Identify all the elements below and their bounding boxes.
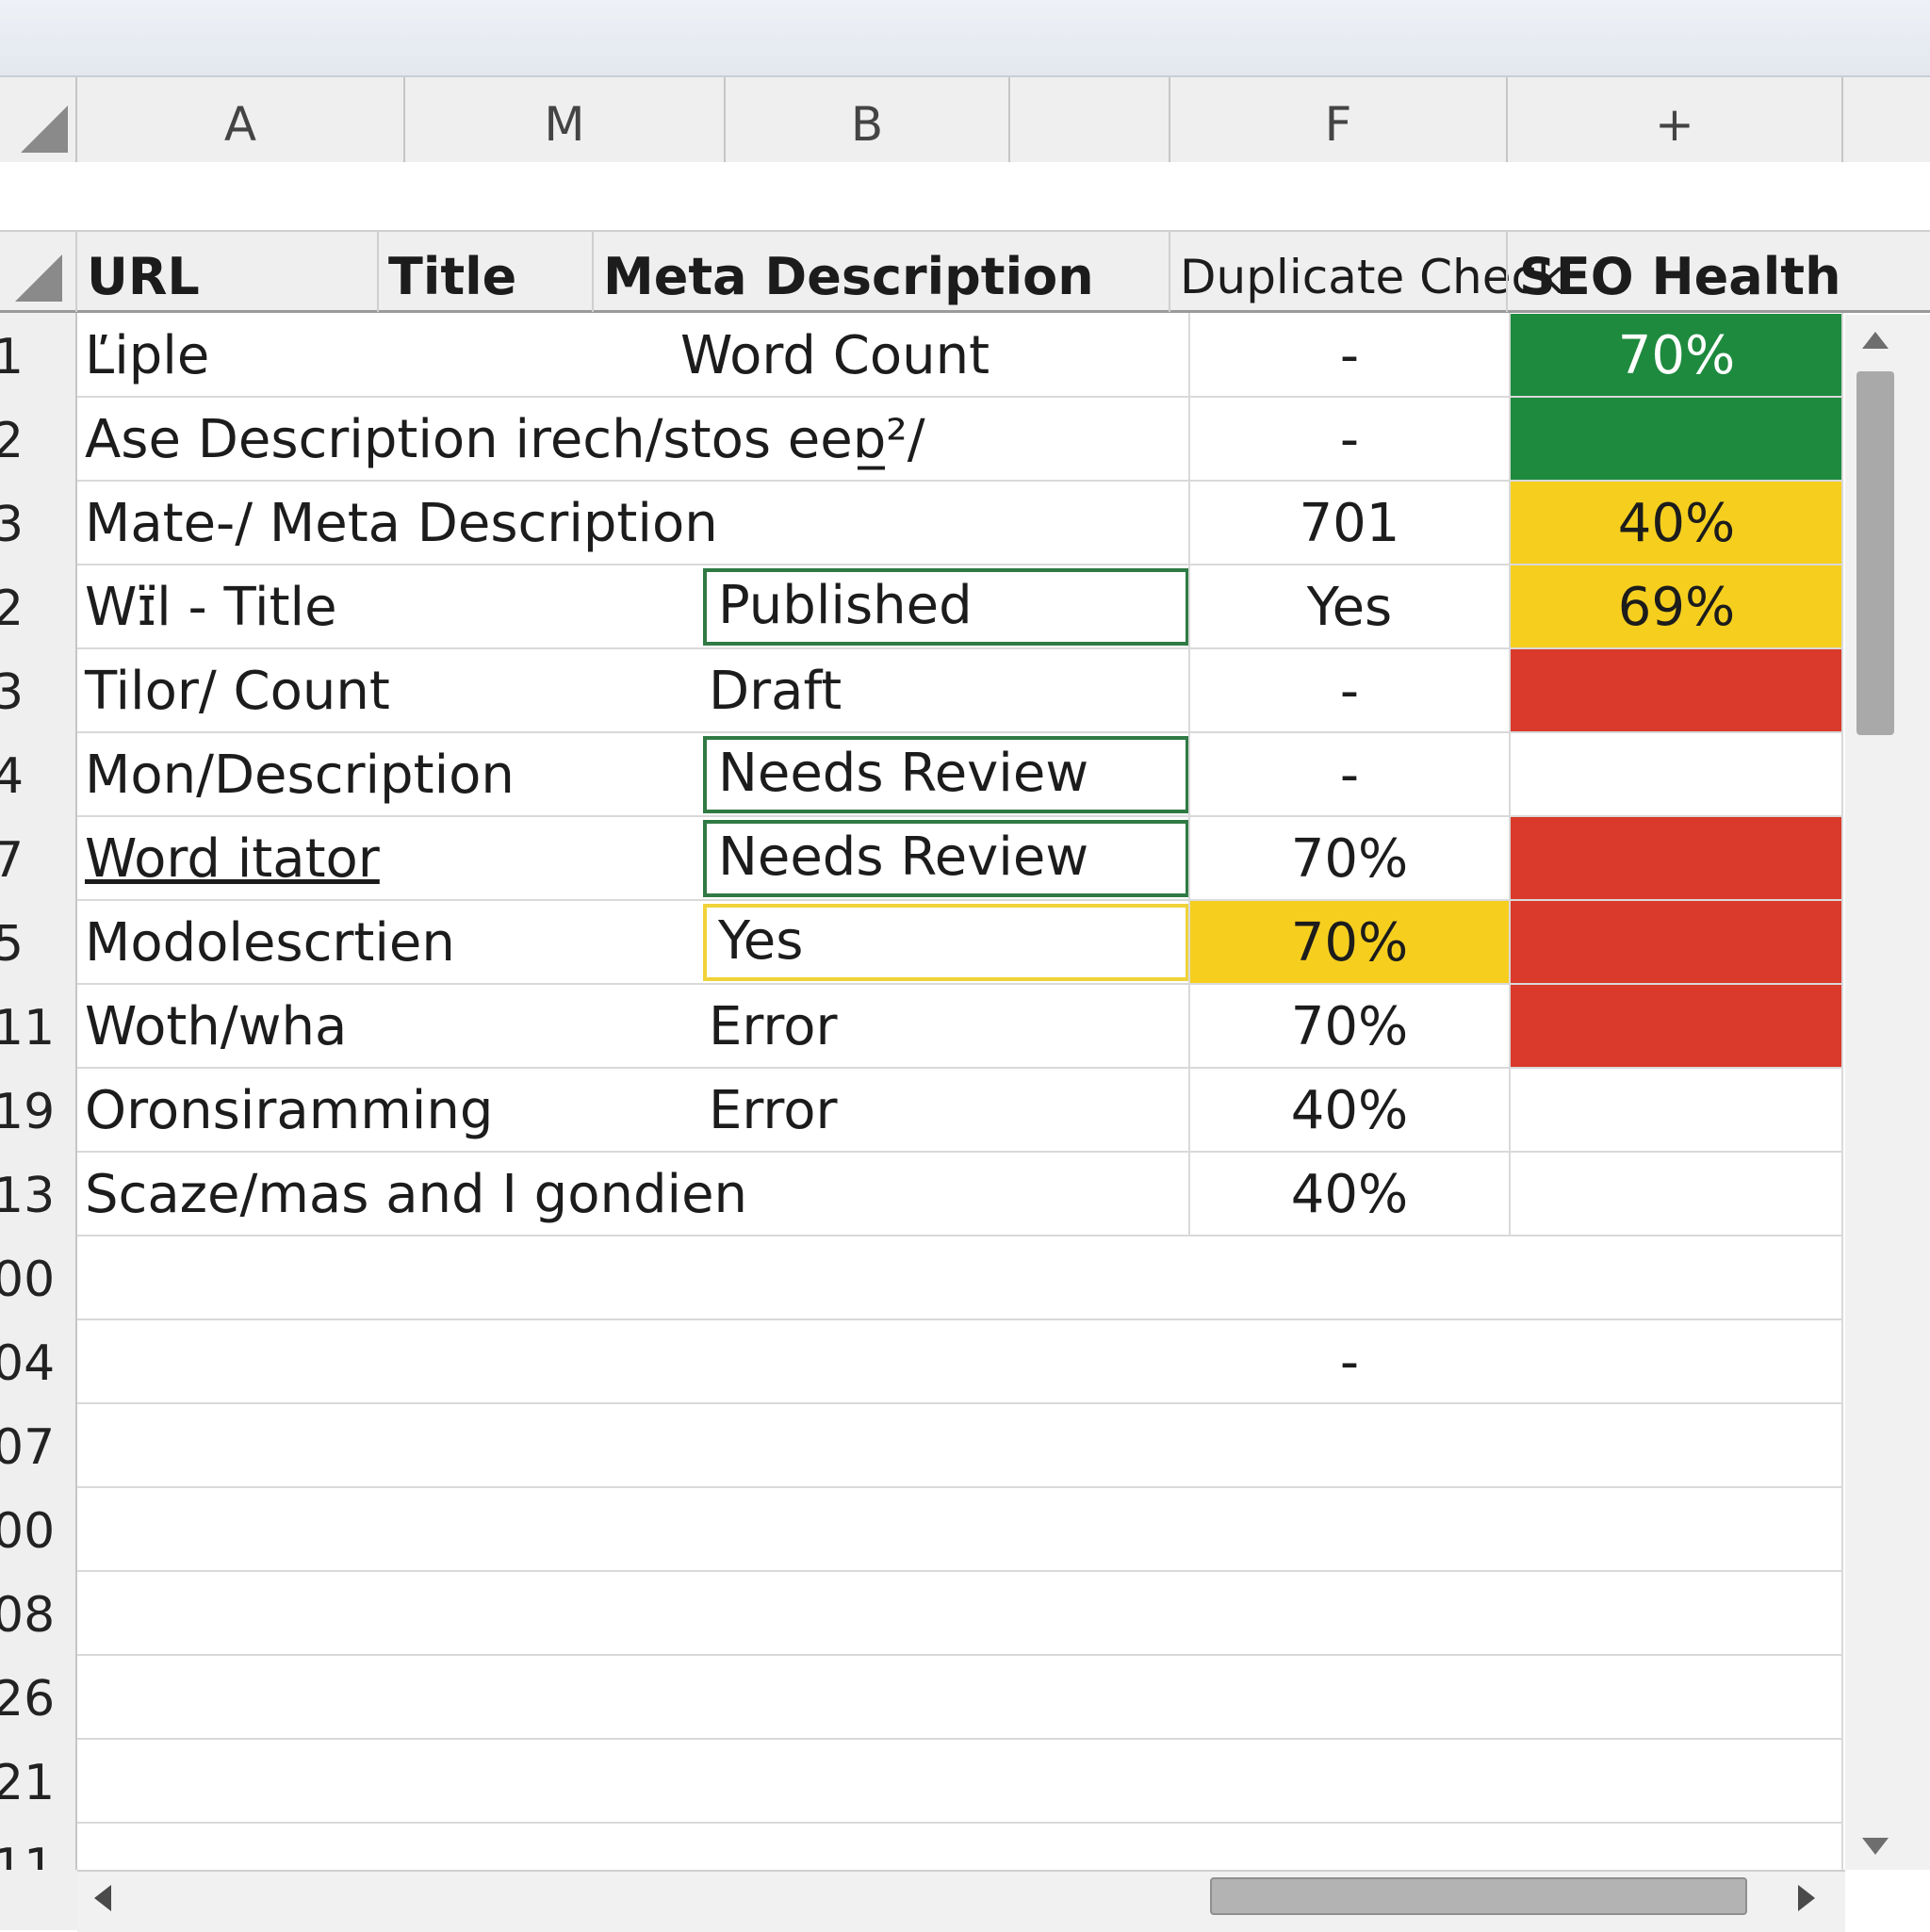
cell-url[interactable]: Ase Description irech/stos eeɒ̲²/ (85, 397, 925, 481)
cell-seo-health[interactable] (1510, 397, 1843, 479)
row-number[interactable]: 04 (0, 1319, 68, 1403)
header-url[interactable]: URL (87, 232, 200, 312)
cell-url[interactable]: Wɪ̈l - Title (85, 565, 337, 648)
header-row-filler (1843, 230, 1930, 313)
cell-url[interactable]: Mon/Description (85, 732, 515, 816)
row-number[interactable]: 19 (0, 1068, 68, 1152)
cell-status[interactable]: Published (703, 568, 1189, 646)
column-header-a[interactable]: A (77, 77, 405, 162)
row-number[interactable]: 4 (0, 732, 68, 816)
row-number[interactable]: 3 (0, 648, 68, 732)
cell-duplicate-check[interactable]: 70% (1189, 984, 1510, 1068)
scroll-up-arrow-icon[interactable] (1862, 332, 1889, 349)
cell-seo-health[interactable] (1510, 1571, 1843, 1653)
row-number[interactable]: 7 (0, 816, 68, 900)
column-letter-bar: A M B F + (0, 77, 1930, 164)
column-header-m[interactable]: M (405, 77, 726, 162)
cell-seo-health[interactable] (1510, 900, 1843, 982)
vertical-scroll-thumb[interactable] (1856, 371, 1894, 735)
row-number[interactable]: 1 (0, 313, 68, 397)
row-number[interactable]: 2 (0, 565, 68, 648)
cell-status[interactable]: Error (709, 1068, 838, 1152)
formula-area (0, 162, 1930, 230)
cell-seo-health[interactable]: 40% (1510, 481, 1843, 563)
scroll-left-arrow-icon[interactable] (94, 1885, 111, 1911)
cell-seo-health[interactable] (1510, 1487, 1843, 1569)
row-number[interactable]: 11 (0, 984, 68, 1068)
cell-url[interactable]: Ľiple (85, 313, 209, 397)
cell-duplicate-check[interactable]: Yes (1189, 565, 1510, 648)
cell-duplicate-check[interactable] (1189, 1571, 1510, 1655)
cell-duplicate-check[interactable] (1189, 1487, 1510, 1571)
bottom-left-corner (0, 1870, 77, 1930)
row-number[interactable]: 5 (0, 900, 68, 984)
cell-duplicate-check[interactable]: 40% (1189, 1152, 1510, 1236)
cell-seo-health[interactable] (1510, 1403, 1843, 1485)
cell-duplicate-check[interactable]: 70% (1189, 816, 1510, 900)
scroll-down-arrow-icon[interactable] (1862, 1838, 1889, 1855)
row-number[interactable]: 2 (0, 397, 68, 481)
window-top-bar (0, 0, 1930, 77)
cell-duplicate-check[interactable] (1189, 1739, 1510, 1823)
cell-seo-health[interactable] (1510, 1655, 1843, 1737)
row-number[interactable]: 3 (0, 481, 68, 565)
cell-duplicate-check[interactable]: 70% (1189, 900, 1510, 984)
table-header-row: URL Title Meta Description Duplicate Che… (0, 230, 1909, 313)
cell-url[interactable]: Woth/wha (85, 984, 347, 1068)
cell-url[interactable]: Oronsiramming (85, 1068, 493, 1152)
cell-duplicate-check[interactable] (1189, 1655, 1510, 1739)
scroll-right-arrow-icon[interactable] (1798, 1885, 1815, 1911)
cell-duplicate-check[interactable] (1189, 1403, 1510, 1487)
row-number[interactable]: 00 (0, 1236, 68, 1319)
cell-seo-health[interactable] (1510, 984, 1843, 1066)
cell-url[interactable]: Tilor/ Count (85, 648, 390, 732)
cell-seo-health[interactable] (1510, 1236, 1843, 1318)
row-number[interactable]: 00 (0, 1487, 68, 1571)
cell-seo-health[interactable] (1510, 1739, 1843, 1821)
cell-seo-health[interactable] (1510, 816, 1843, 898)
header-corner-icon (15, 254, 62, 302)
cell-status[interactable]: Needs Review (703, 736, 1189, 813)
row-number[interactable]: 21 (0, 1739, 68, 1823)
select-all-corner-icon[interactable] (21, 106, 68, 153)
column-header-blank[interactable] (1010, 77, 1170, 162)
cell-duplicate-check[interactable]: 701 (1189, 481, 1510, 565)
cell-duplicate-check[interactable]: 40% (1189, 1068, 1510, 1152)
cell-status[interactable]: Draft (709, 648, 842, 732)
column-header-f[interactable]: F (1170, 77, 1508, 162)
cell-url[interactable]: Scaze/mas and I gondien (85, 1152, 747, 1236)
cell-duplicate-check[interactable]: - (1189, 1319, 1510, 1403)
cell-seo-health[interactable]: 69% (1510, 565, 1843, 647)
cell-url[interactable]: Word itator (85, 816, 380, 900)
cell-duplicate-check[interactable]: - (1189, 397, 1510, 481)
cell-seo-health[interactable] (1510, 1068, 1843, 1150)
header-meta-description[interactable]: Meta Description (603, 232, 1094, 312)
add-column-button[interactable]: + (1508, 77, 1843, 162)
cell-duplicate-check[interactable]: - (1189, 313, 1510, 397)
cell-status[interactable]: Yes (703, 904, 1189, 981)
cell-duplicate-check[interactable]: - (1189, 648, 1510, 732)
row-number[interactable]: 07 (0, 1403, 68, 1487)
row-number[interactable]: 26 (0, 1655, 68, 1739)
header-title[interactable]: Title (388, 232, 516, 312)
cell-seo-health[interactable] (1510, 732, 1843, 814)
column-header-b[interactable]: B (726, 77, 1010, 162)
cell-duplicate-check[interactable] (1189, 1236, 1510, 1319)
cell-seo-health[interactable] (1510, 1152, 1843, 1234)
cell-status[interactable]: Error (709, 984, 838, 1068)
cell-seo-health[interactable]: 70% (1510, 313, 1843, 395)
cell-seo-health[interactable] (1510, 1319, 1843, 1401)
cell-duplicate-check[interactable]: - (1189, 732, 1510, 816)
cell-url[interactable]: Mate-/ Meta Description (85, 481, 718, 565)
sheet-grid[interactable]: Ľiple Word Count -70% Ase Description irech… (77, 313, 1843, 1907)
cell-url[interactable]: Modolescrtien (85, 900, 455, 984)
row-number[interactable]: 08 (0, 1571, 68, 1655)
cell-status[interactable]: Needs Review (703, 820, 1189, 897)
horizontal-scroll-thumb[interactable] (1210, 1877, 1747, 1915)
cell-seo-health[interactable] (1510, 648, 1843, 730)
cell-status[interactable]: Word Count (680, 313, 990, 397)
row-number-column: 1 2 3 2 3 4 7 5 11 19 13 00 04 07 00 08 26 21 11 (0, 313, 77, 1895)
row-number[interactable]: 13 (0, 1152, 68, 1236)
